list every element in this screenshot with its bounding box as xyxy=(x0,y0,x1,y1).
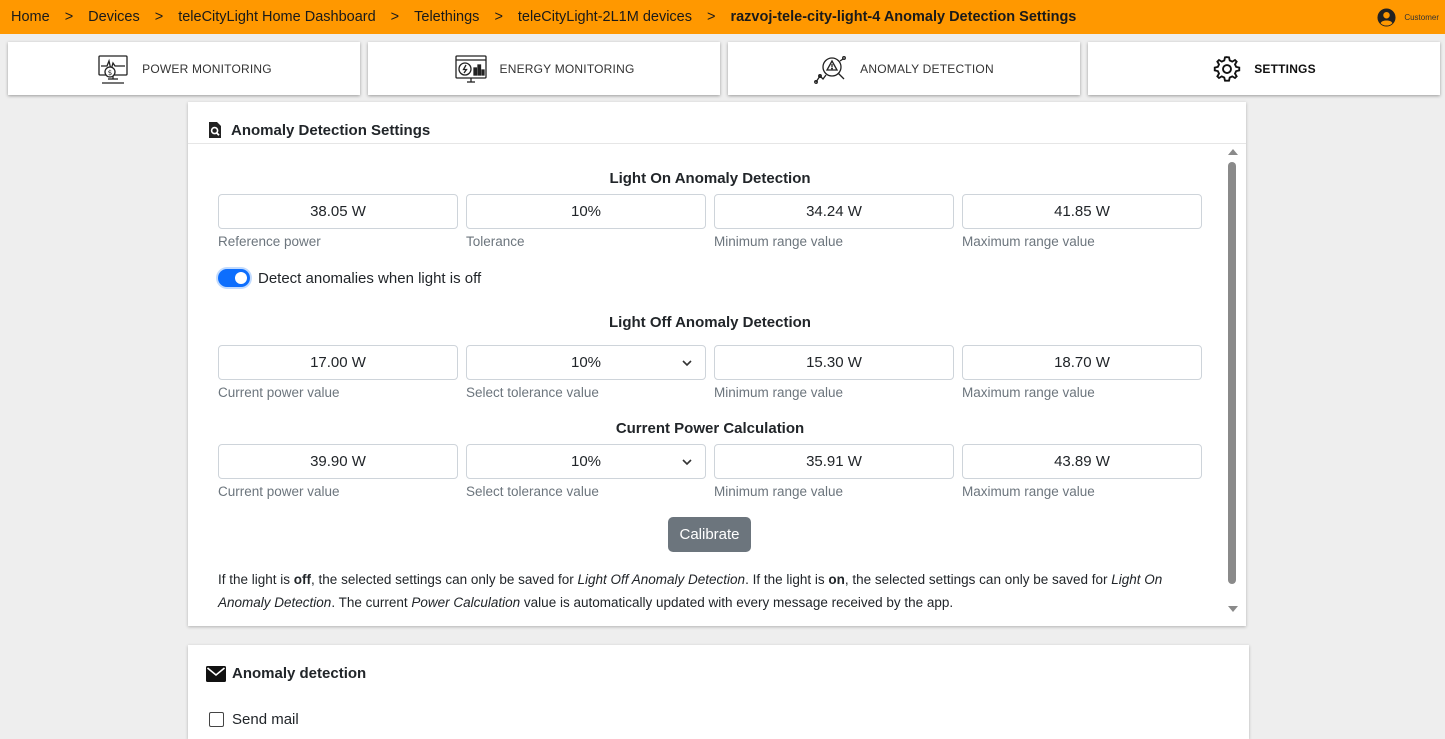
scroll-up-arrow[interactable] xyxy=(1228,149,1238,155)
gear-icon xyxy=(1214,55,1241,82)
divider xyxy=(188,143,1246,144)
breadcrumb-current-page: razvoj-tele-city-light-4 Anomaly Detecti… xyxy=(730,9,1077,25)
note-text: value is automatically updated with ever… xyxy=(520,595,954,610)
calc-max-field[interactable]: 43.89 W xyxy=(962,444,1202,479)
anomaly-detection-icon xyxy=(814,55,847,84)
send-mail-label: Send mail xyxy=(232,711,299,728)
light-off-current-power-field[interactable]: 17.00 W xyxy=(218,345,458,380)
note-text: If the light is xyxy=(218,572,294,587)
scroll-down-arrow[interactable] xyxy=(1228,606,1238,612)
anomaly-mail-card: Anomaly detection Send mail xyxy=(188,645,1249,739)
note-text: , the selected settings can only be save… xyxy=(844,572,1112,587)
user-menu[interactable]: Customer xyxy=(1377,8,1439,27)
breadcrumb-separator: > xyxy=(154,9,164,25)
light-off-section-title: Light Off Anomaly Detection xyxy=(609,314,811,331)
tab-label: ENERGY MONITORING xyxy=(499,61,635,76)
light-off-tolerance-select[interactable]: 10% xyxy=(466,345,706,380)
tab-label: POWER MONITORING xyxy=(142,61,272,76)
card-header: Anomaly Detection Settings xyxy=(206,121,430,139)
energy-monitor-icon xyxy=(454,54,487,83)
scrollbar-thumb[interactable] xyxy=(1228,162,1236,584)
breadcrumb-home[interactable]: Home xyxy=(11,9,50,25)
note-text: . The current xyxy=(331,595,412,610)
breadcrumb-separator: > xyxy=(494,9,503,25)
note-bold-off: off xyxy=(293,572,312,587)
light-on-min-hint: Minimum range value xyxy=(714,234,844,249)
power-monitor-icon: $ xyxy=(98,54,128,84)
breadcrumb-telethings[interactable]: Telethings xyxy=(414,9,479,25)
note-italic-light-off: Light Off Anomaly Detection xyxy=(577,572,746,587)
reference-power-hint: Reference power xyxy=(218,234,321,249)
chevron-down-icon xyxy=(682,459,692,466)
envelope-icon xyxy=(206,665,226,682)
detect-when-off-label: Detect anomalies when light is off xyxy=(258,269,482,287)
breadcrumb-home-dashboard[interactable]: teleCityLight Home Dashboard xyxy=(178,9,375,25)
note-text: . If the light is xyxy=(745,572,829,587)
light-off-tolerance-hint: Select tolerance value xyxy=(466,385,599,400)
tab-power-monitoring[interactable]: $ POWER MONITORING xyxy=(8,42,360,95)
user-role-label: Customer xyxy=(1404,13,1439,22)
search-document-icon xyxy=(209,122,221,138)
user-circle-icon xyxy=(1377,8,1396,27)
note-italic-power-calc: Power Calculation xyxy=(411,595,521,610)
breadcrumb-separator: > xyxy=(64,9,74,25)
light-off-max-hint: Maximum range value xyxy=(962,385,1095,400)
light-off-max-field[interactable]: 18.70 W xyxy=(962,345,1202,380)
settings-help-note: If the light is off, the selected settin… xyxy=(218,568,1208,614)
detect-when-off-switch[interactable] xyxy=(218,269,250,287)
tab-anomaly-detection[interactable]: ANOMALY DETECTION xyxy=(728,42,1080,95)
tab-label: ANOMALY DETECTION xyxy=(860,61,994,76)
tab-energy-monitoring[interactable]: ENERGY MONITORING xyxy=(368,42,720,95)
note-bold-on: on xyxy=(828,572,845,587)
tab-label: SETTINGS xyxy=(1254,61,1316,76)
anomaly-settings-card: Anomaly Detection Settings Light On Anom… xyxy=(188,102,1246,626)
calc-min-hint: Minimum range value xyxy=(714,484,844,499)
card-header: Anomaly detection xyxy=(206,665,366,682)
light-off-min-field[interactable]: 15.30 W xyxy=(714,345,954,380)
send-mail-checkbox[interactable] xyxy=(209,712,224,727)
breadcrumb-separator: > xyxy=(390,9,400,25)
calc-current-power-field[interactable]: 39.90 W xyxy=(218,444,458,479)
breadcrumb-devices[interactable]: Devices xyxy=(88,9,140,25)
light-on-max-hint: Maximum range value xyxy=(962,234,1095,249)
card-title: Anomaly Detection Settings xyxy=(231,121,431,139)
light-on-min-field[interactable]: 34.24 W xyxy=(714,194,954,229)
calc-current-power-hint: Current power value xyxy=(218,484,340,499)
svg-text:$: $ xyxy=(108,69,112,77)
tolerance-field[interactable]: 10% xyxy=(466,194,706,229)
breadcrumb-separator: > xyxy=(707,9,716,25)
note-text: , the selected settings can only be save… xyxy=(311,572,578,587)
reference-power-field[interactable]: 38.05 W xyxy=(218,194,458,229)
calc-min-field[interactable]: 35.91 W xyxy=(714,444,954,479)
light-on-max-field[interactable]: 41.85 W xyxy=(962,194,1202,229)
detect-when-off-toggle-row[interactable]: Detect anomalies when light is off xyxy=(218,269,481,287)
send-mail-checkbox-row[interactable]: Send mail xyxy=(209,711,299,728)
light-off-min-hint: Minimum range value xyxy=(714,385,844,400)
calc-max-hint: Maximum range value xyxy=(962,484,1095,499)
calc-tolerance-hint: Select tolerance value xyxy=(466,484,599,499)
light-on-section-title: Light On Anomaly Detection xyxy=(609,170,811,187)
current-power-section-title: Current Power Calculation xyxy=(615,420,805,437)
tolerance-hint: Tolerance xyxy=(466,234,525,249)
light-off-current-power-hint: Current power value xyxy=(218,385,340,400)
breadcrumb-devices-group[interactable]: teleCityLight-2L1M devices xyxy=(518,9,692,25)
switch-knob xyxy=(235,272,247,284)
card-title: Anomaly detection xyxy=(232,665,367,682)
top-bar: Home > Devices > teleCityLight Home Dash… xyxy=(0,0,1445,34)
selected-value: 10% xyxy=(570,354,602,371)
breadcrumb: Home > Devices > teleCityLight Home Dash… xyxy=(0,0,1076,34)
tab-settings[interactable]: SETTINGS xyxy=(1088,42,1440,95)
calc-tolerance-select[interactable]: 10% xyxy=(466,444,706,479)
chevron-down-icon xyxy=(682,360,692,367)
selected-value: 10% xyxy=(570,453,602,470)
calibrate-button[interactable]: Calibrate xyxy=(668,517,751,552)
